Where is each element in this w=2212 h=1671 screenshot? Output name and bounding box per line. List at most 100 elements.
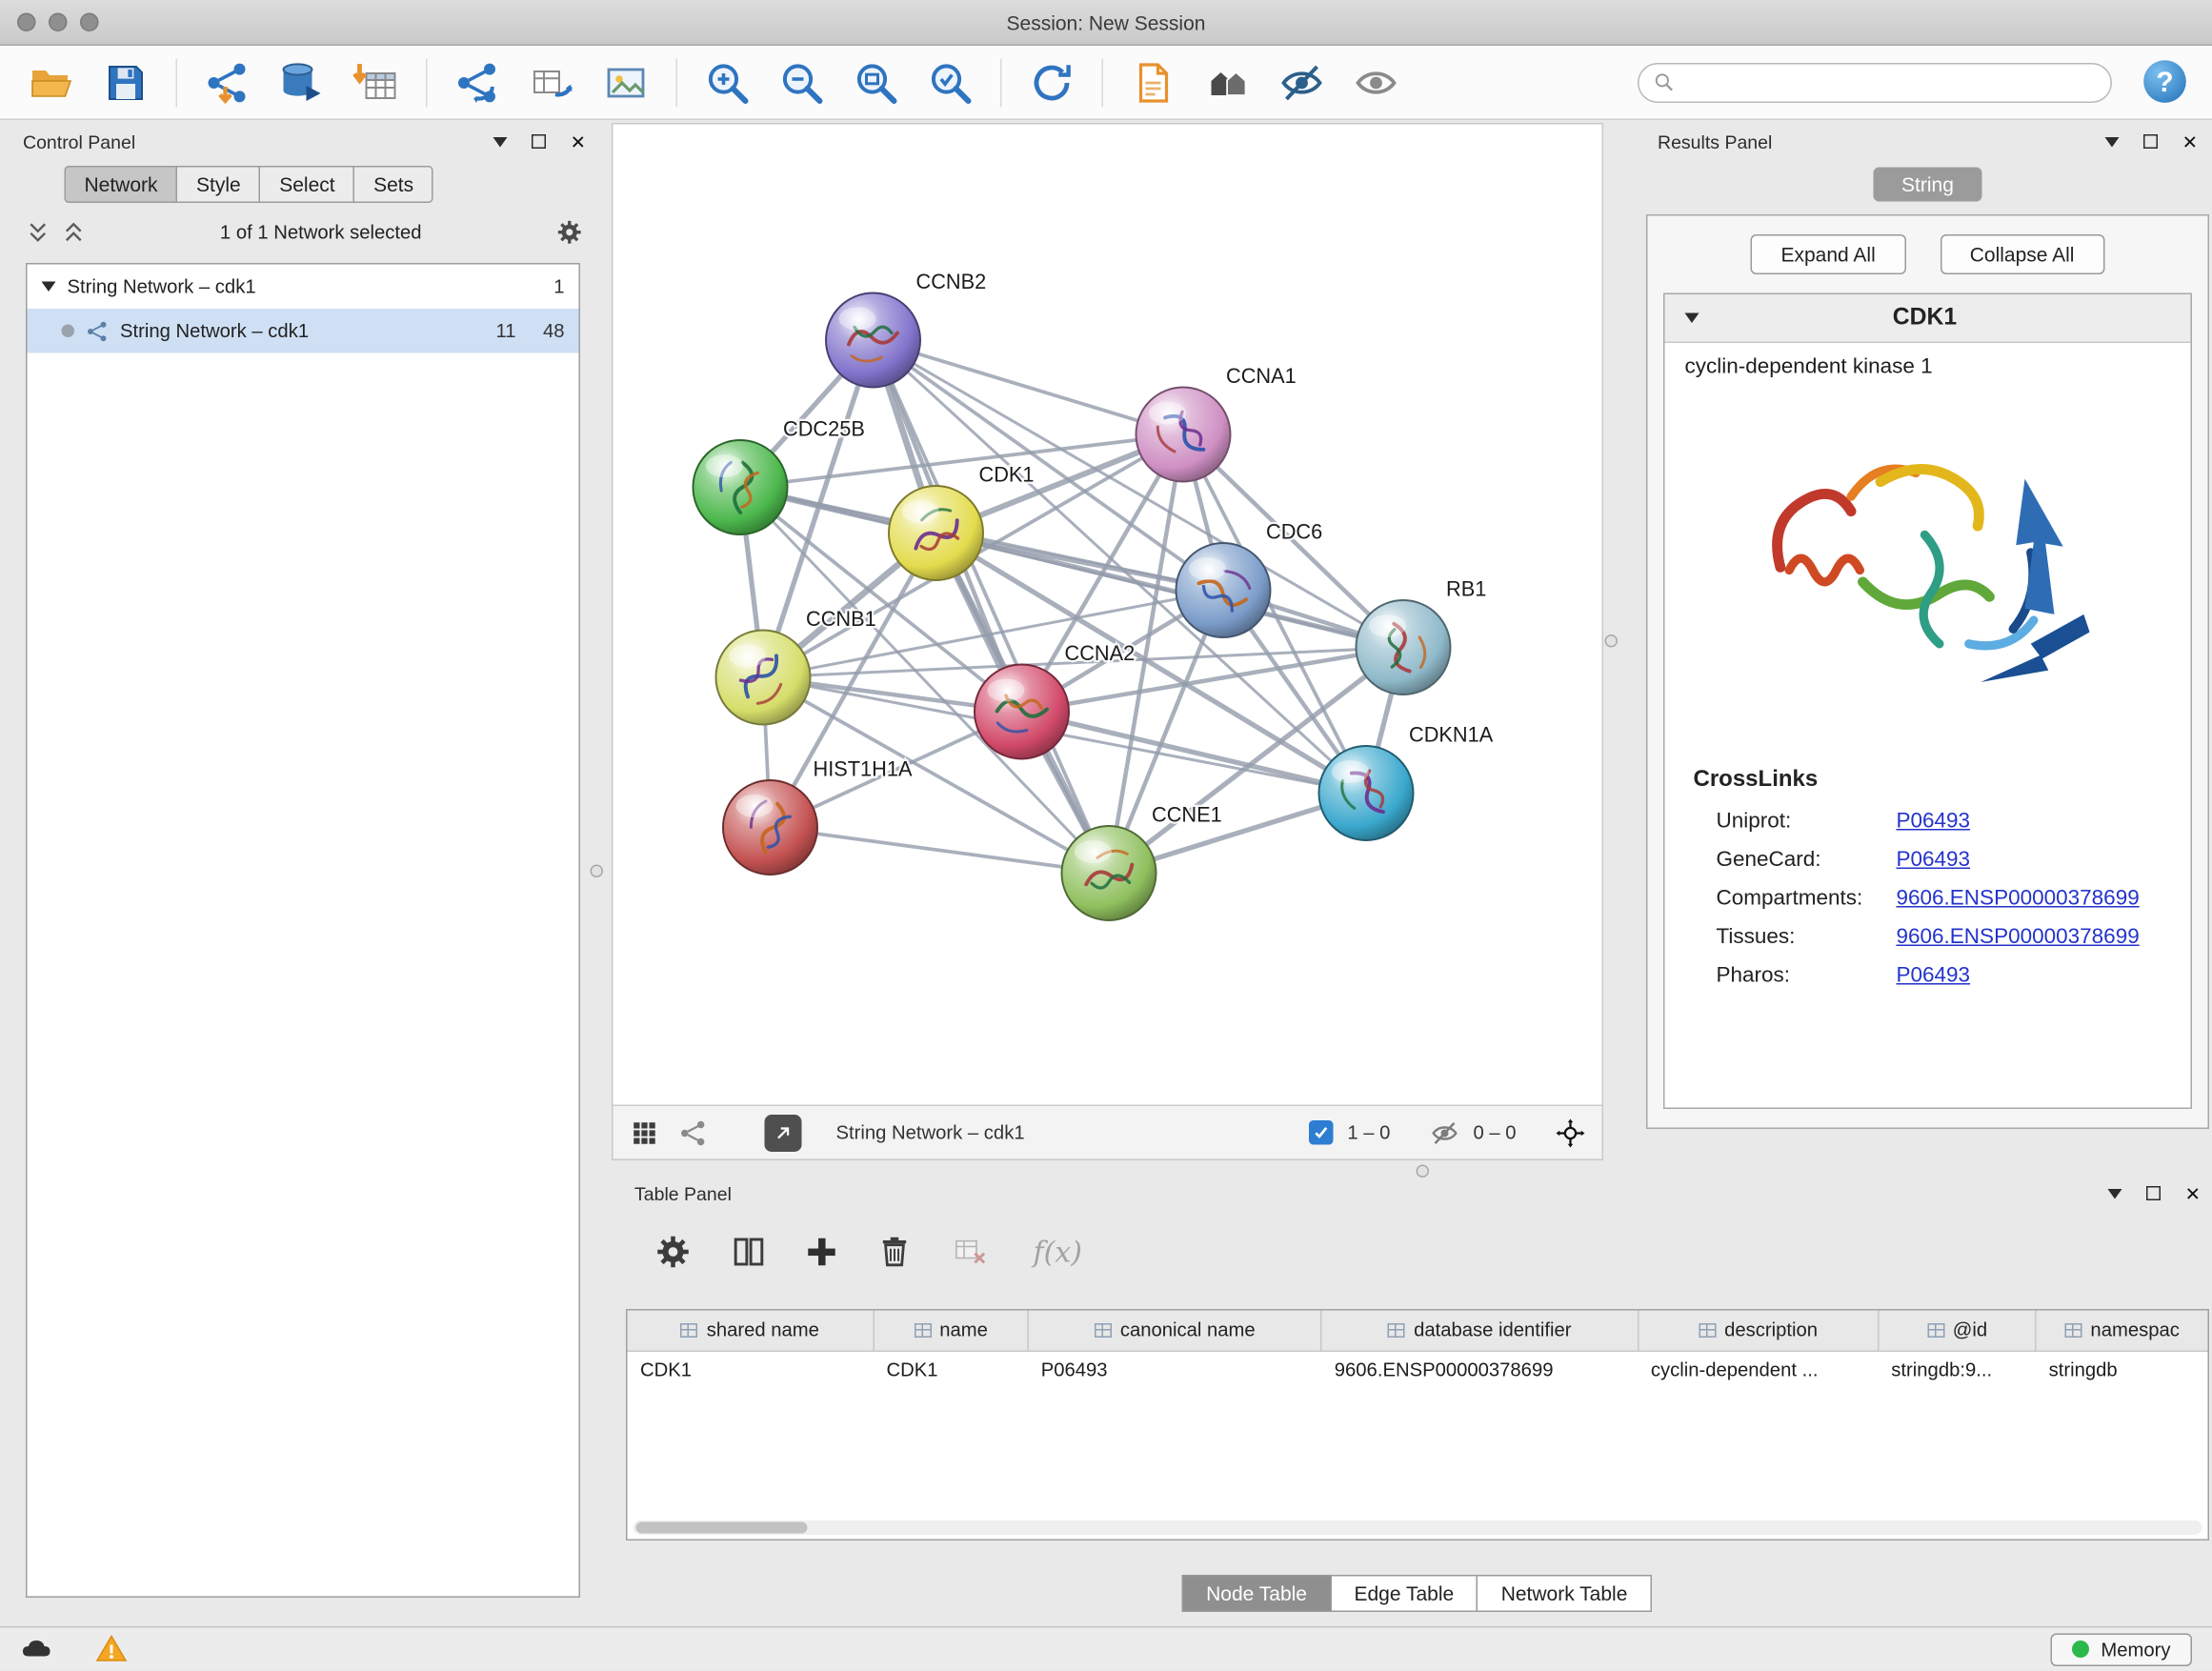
crosslink-link[interactable]: 9606.ENSP00000378699 [1897,886,2191,911]
tab-edge-table[interactable]: Edge Table [1330,1575,1478,1612]
horizontal-splitter-handle[interactable] [1417,1165,1430,1178]
tab-style[interactable]: Style [176,166,261,203]
network-node-RB1[interactable] [1357,600,1451,695]
network-node-CCNA1[interactable] [1136,388,1231,482]
network-row[interactable]: String Network – cdk1 11 48 [28,309,579,353]
chevron-down-icon[interactable] [42,282,56,292]
expand-all-icon[interactable] [62,219,87,244]
open-session-button[interactable] [20,50,83,113]
export-image-button[interactable] [594,50,657,113]
collapse-all-icon[interactable] [26,219,50,244]
memory-button[interactable]: Memory [2051,1633,2192,1666]
panel-collapse-button[interactable] [2108,1188,2122,1198]
table-cell[interactable]: cyclin-dependent ... [1638,1351,1878,1390]
import-table-button[interactable] [345,50,408,113]
panel-float-button[interactable] [2146,1186,2161,1200]
traffic-light-close[interactable] [17,13,36,32]
hidden-eye-slash-icon[interactable] [1430,1118,1458,1147]
network-node-CDK1[interactable] [889,486,983,580]
search-input[interactable] [1685,71,2097,93]
column-header-canonical-name[interactable]: canonical name [1028,1311,1321,1351]
crosslink-link[interactable]: P06493 [1897,848,2191,873]
refresh-button[interactable] [1020,50,1083,113]
zoom-fit-button[interactable] [845,50,908,113]
protein-section-header[interactable]: CDK1 [1665,294,2191,343]
grid-view-icon[interactable] [631,1118,659,1147]
save-session-button[interactable] [94,50,157,113]
crosslink-link[interactable]: P06493 [1897,809,2191,834]
network-node-CCNB2[interactable] [826,293,920,388]
table-cell[interactable]: CDK1 [874,1351,1028,1390]
traffic-light-minimize[interactable] [49,13,68,32]
table-cell[interactable]: P06493 [1028,1351,1321,1390]
search-box[interactable] [1638,62,2112,102]
show-columns-icon[interactable] [731,1234,768,1271]
network-edge-CCNA2-CDKN1A[interactable] [1022,712,1367,794]
tab-select[interactable]: Select [259,166,354,203]
gear-icon[interactable] [556,218,584,246]
panel-float-button[interactable] [2143,134,2158,149]
zoom-selected-button[interactable] [919,50,982,113]
document-button[interactable] [1122,50,1185,113]
panel-close-button[interactable]: ✕ [2185,1184,2201,1203]
column-header-shared-name[interactable]: shared name [628,1311,874,1351]
panel-float-button[interactable] [532,134,546,149]
network-collection-row[interactable]: String Network – cdk1 1 [28,265,579,310]
network-node-CDC6[interactable] [1176,543,1271,637]
panel-close-button[interactable]: ✕ [2182,132,2198,151]
column-header--id[interactable]: @id [1879,1311,2036,1351]
home-button[interactable] [1196,50,1259,113]
table-row[interactable]: CDK1CDK1P064939606.ENSP00000378699cyclin… [628,1351,2208,1390]
export-table-button[interactable] [520,50,583,113]
network-edge-CCNB2-CCNA1[interactable] [874,340,1184,434]
zoom-out-button[interactable] [771,50,834,113]
table-cell[interactable]: CDK1 [628,1351,874,1390]
column-header-database-identifier[interactable]: database identifier [1321,1311,1638,1351]
tab-string[interactable]: String [1874,168,1982,202]
right-splitter-handle[interactable] [1605,634,1619,648]
import-network-database-button[interactable] [271,50,333,113]
tab-sets[interactable]: Sets [353,166,433,203]
network-canvas[interactable]: CCNB2CCNA1CDC25BCDK1CDC6RB1CCNB1CCNA2CDK… [613,125,1602,1105]
open-in-new-button[interactable] [765,1114,802,1151]
crosslink-link[interactable]: 9606.ENSP00000378699 [1897,925,2191,950]
table-cell[interactable]: stringdb:9... [1879,1351,2036,1390]
network-node-CCNA2[interactable] [975,665,1069,759]
network-node-CDC25B[interactable] [694,440,788,534]
network-node-CCNE1[interactable] [1062,826,1156,920]
table-cell[interactable]: stringdb [2036,1351,2207,1390]
network-edge-CCNB2-CCNE1[interactable] [874,340,1110,874]
tab-network[interactable]: Network [65,166,178,203]
warning-icon[interactable] [94,1632,129,1666]
crosslink-link[interactable]: P06493 [1897,963,2191,988]
function-builder-button[interactable]: f(x) [1034,1235,1082,1269]
chevron-down-icon[interactable] [1685,313,1699,324]
network-edge-HIST1H1A-CCNE1[interactable] [771,828,1110,874]
network-node-CCNB1[interactable] [716,631,811,725]
table-cell[interactable]: 9606.ENSP00000378699 [1321,1351,1638,1390]
update-network-button[interactable] [446,50,509,113]
tab-node-table[interactable]: Node Table [1182,1575,1332,1612]
create-column-button[interactable] [806,1237,837,1268]
help-button[interactable]: ? [2141,56,2192,108]
collapse-all-button[interactable]: Collapse All [1940,234,2104,274]
network-node-HIST1H1A[interactable] [723,780,817,875]
column-header-description[interactable]: description [1638,1311,1878,1351]
tab-network-table[interactable]: Network Table [1477,1575,1652,1612]
column-header-namespac[interactable]: namespac [2036,1311,2207,1351]
import-network-file-button[interactable] [196,50,259,113]
zoom-in-button[interactable] [696,50,759,113]
panel-close-button[interactable]: ✕ [571,132,586,151]
hide-selected-button[interactable] [1271,50,1334,113]
selected-checkbox-icon[interactable] [1309,1120,1334,1145]
horizontal-scrollbar-thumb[interactable] [636,1522,808,1534]
delete-column-trash-icon[interactable] [876,1234,914,1271]
crosshair-icon[interactable] [1557,1118,1585,1147]
horizontal-scrollbar-track[interactable] [633,1520,2202,1535]
network-node-CDKN1A[interactable] [1319,746,1414,840]
traffic-light-zoom[interactable] [80,13,99,32]
panel-collapse-button[interactable] [2105,136,2120,147]
left-splitter-handle[interactable] [591,865,604,878]
table-settings-gear-icon[interactable] [654,1234,692,1271]
show-all-button[interactable] [1345,50,1408,113]
